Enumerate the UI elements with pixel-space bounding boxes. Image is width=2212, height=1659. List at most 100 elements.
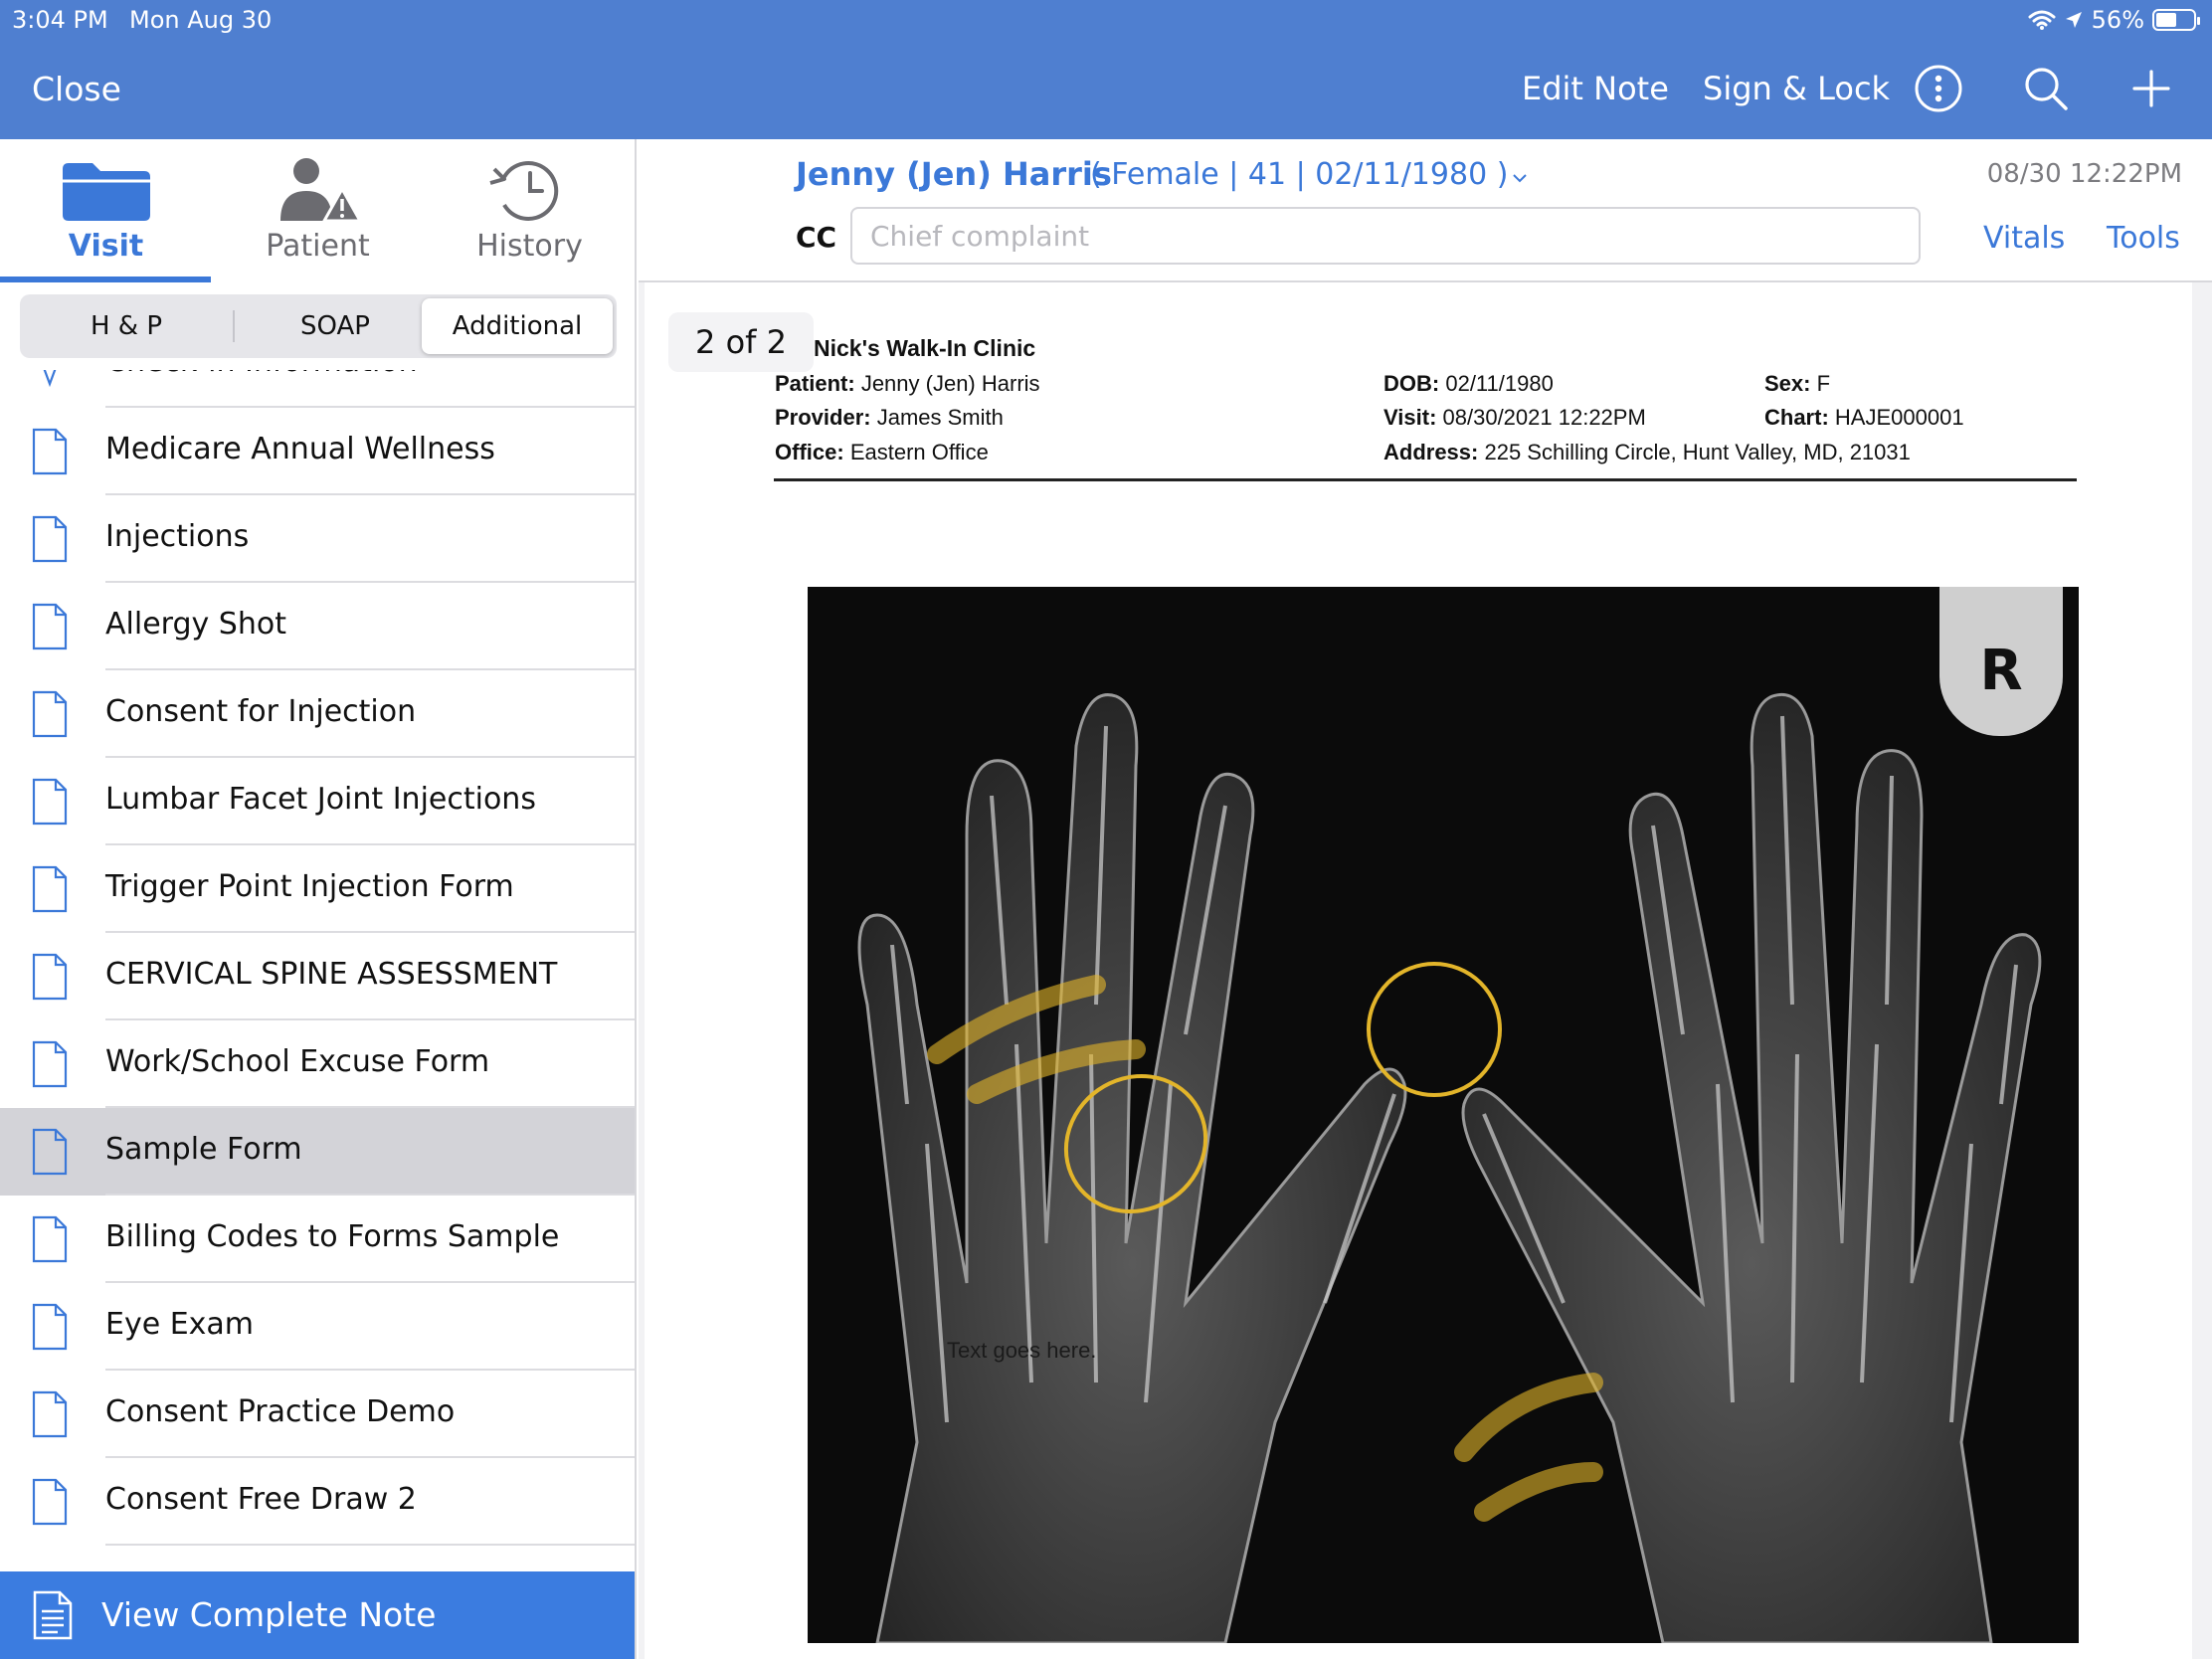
form-list-item[interactable]: CERVICAL SPINE ASSESSMENT (0, 933, 635, 1020)
doc-value: 225 Schilling Circle, Hunt Valley, MD, 2… (1484, 440, 1911, 464)
form-list: Check-in Information Medicare Annual Well… (0, 370, 635, 1573)
patient-name-link[interactable]: Jenny (Jen) Harris (796, 155, 1112, 193)
form-list-item-label: Consent Practice Demo (105, 1394, 456, 1429)
form-list-item[interactable]: Work/School Excuse Form (0, 1020, 635, 1108)
edit-note-button[interactable]: Edit Note (1522, 70, 1669, 107)
doc-field-sex: Sex: F (1764, 371, 1830, 397)
view-complete-note-button[interactable]: View Complete Note (0, 1571, 635, 1659)
form-document-icon (32, 1390, 68, 1443)
clinic-name: Nick's Walk-In Clinic (814, 335, 1036, 361)
location-arrow-icon (2065, 12, 2082, 28)
battery-icon (2152, 9, 2200, 31)
form-list-item-label: Consent for Injection (105, 694, 417, 729)
form-document-icon (32, 1040, 68, 1093)
form-list-item[interactable]: Injections (0, 495, 635, 583)
form-list-item[interactable]: Consent Free Draw 2 (0, 1458, 635, 1546)
more-icon[interactable] (1914, 64, 1963, 113)
view-complete-note-label: View Complete Note (101, 1595, 437, 1634)
doc-label: Visit: (1383, 405, 1437, 430)
doc-value: Jenny (Jen) Harris (860, 371, 1040, 396)
form-list-item[interactable]: Consent for Injection (0, 670, 635, 758)
form-list-item-label: Check-in Information (105, 370, 418, 379)
doc-label: Address: (1383, 440, 1479, 464)
form-document-icon (32, 1303, 68, 1356)
form-document-icon (32, 865, 68, 918)
segment-additional[interactable]: Additional (422, 298, 613, 354)
form-list-item[interactable]: Eye Exam (0, 1283, 635, 1371)
tab-patient-label: Patient (266, 229, 370, 264)
xray-marker-letter: R (1979, 639, 2023, 703)
form-list-item-label: CERVICAL SPINE ASSESSMENT (105, 957, 558, 992)
form-list-item[interactable]: Check-in Information (0, 370, 635, 408)
form-list-item-label: Sample Form (105, 1132, 302, 1167)
form-list-item[interactable]: Billing Codes to Forms Sample (0, 1196, 635, 1283)
form-list-item-label: Injections (105, 519, 250, 554)
form-list-item-label: Trigger Point Injection Form (105, 869, 514, 904)
doc-label: Office: (775, 440, 844, 464)
segment-h-and-p[interactable]: H & P (24, 298, 229, 354)
tools-link[interactable]: Tools (2107, 221, 2180, 256)
doc-field-office: Office: Eastern Office (775, 440, 989, 465)
status-indicators: 56% (2028, 4, 2200, 36)
doc-label: Provider: (775, 405, 871, 430)
form-list-item[interactable]: Lumbar Facet Joint Injections (0, 758, 635, 845)
segment-soap[interactable]: SOAP (233, 298, 438, 354)
form-document-icon (32, 1215, 68, 1268)
patient-alert-icon (279, 158, 363, 223)
hand-xray-image[interactable]: R Text goes here. (808, 587, 2079, 1643)
tab-patient[interactable]: Patient (212, 139, 424, 282)
sidebar-tabs: Visit Patient History (0, 139, 637, 282)
search-icon[interactable] (2021, 64, 2071, 113)
form-list-item[interactable]: Trigger Point Injection Form (0, 845, 635, 933)
tab-history-label: History (476, 229, 583, 264)
checkin-pin-icon (32, 370, 68, 393)
doc-value: F (1816, 371, 1831, 396)
form-list-item-label: Eye Exam (105, 1307, 255, 1342)
form-list-item-label: Medicare Annual Wellness (105, 432, 495, 466)
doc-field-address: Address: 225 Schilling Circle, Hunt Vall… (1383, 440, 1911, 465)
form-document-icon (32, 778, 68, 830)
tab-visit-label: Visit (68, 229, 144, 264)
doc-value: James Smith (876, 405, 1004, 430)
close-button[interactable]: Close (32, 70, 121, 108)
chevron-down-icon (1513, 174, 1528, 183)
form-document-icon (32, 1478, 68, 1531)
form-document-icon (32, 515, 68, 568)
doc-label: Sex: (1764, 371, 1811, 396)
doc-label: DOB: (1383, 371, 1440, 396)
form-list-item-label: Allergy Shot (105, 607, 286, 642)
doc-label: Chart: (1764, 405, 1829, 430)
doc-field-patient: Patient: Jenny (Jen) Harris (775, 371, 1040, 397)
doc-field-visit: Visit: 08/30/2021 12:22PM (1383, 405, 1646, 431)
chief-complaint-label: CC (796, 221, 837, 254)
vitals-link[interactable]: Vitals (1983, 221, 2065, 256)
doc-field-dob: DOB: 02/11/1980 (1383, 371, 1554, 397)
doc-field-chart: Chart: HAJE000001 (1764, 405, 1964, 431)
form-list-item-label: Consent Free Draw 2 (105, 1482, 417, 1517)
form-list-item[interactable]: Sample Form (0, 1108, 635, 1196)
form-document-icon (32, 953, 68, 1006)
xray-annotation-text: Text goes here. (947, 1338, 1097, 1363)
form-list-item[interactable]: Medicare Annual Wellness (0, 408, 635, 495)
visit-datetime: 08/30 12:22PM (1986, 159, 2182, 189)
form-document-icon (32, 1128, 68, 1181)
form-list-item-label: Work/School Excuse Form (105, 1044, 490, 1079)
document-header-rule (774, 478, 2077, 481)
form-list-item[interactable]: Allergy Shot (0, 583, 635, 670)
tab-visit[interactable]: Visit (0, 139, 212, 282)
battery-level (2156, 13, 2177, 27)
left-sidebar: Visit Patient History H & P SOAP Additio… (0, 139, 637, 1659)
battery-percent: 56% (2091, 6, 2144, 34)
form-list-item[interactable]: Consent Practice Demo (0, 1371, 635, 1458)
add-icon[interactable] (2126, 64, 2176, 113)
chief-complaint-input[interactable] (850, 207, 1921, 265)
patient-demographics-text: ( Female | 41 | 02/11/1980 ) (1090, 157, 1509, 192)
form-list-item-label: Billing Codes to Forms Sample (105, 1219, 560, 1254)
patient-demographics[interactable]: ( Female | 41 | 02/11/1980 ) (1090, 157, 1528, 192)
form-list-item-label: Lumbar Facet Joint Injections (105, 782, 536, 817)
status-time: 3:04 PM (12, 6, 108, 34)
tab-history[interactable]: History (424, 139, 636, 282)
sign-lock-button[interactable]: Sign & Lock (1703, 70, 1890, 107)
doc-value: 02/11/1980 (1445, 371, 1554, 396)
form-document-icon (32, 690, 68, 743)
